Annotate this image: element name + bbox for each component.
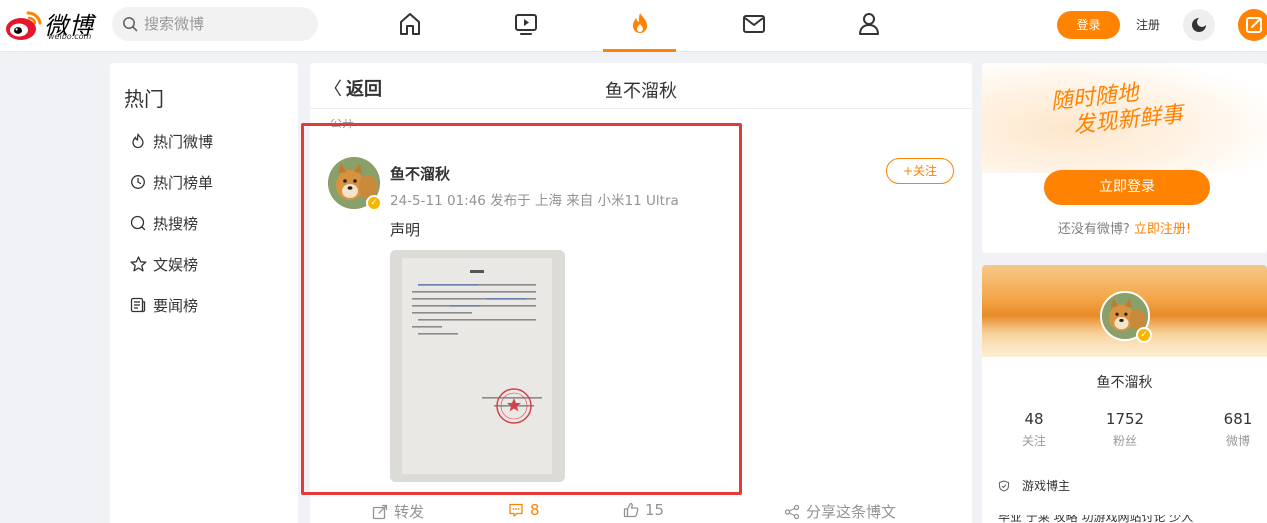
like-button[interactable]: 15 <box>623 501 664 519</box>
login-promo-card: 随时随地 发现新鲜事 立即登录 还没有微博? 立即注册! <box>982 63 1267 253</box>
menu-item-label: 文娱榜 <box>153 256 199 274</box>
top-navbar: 微博 weibo.com 登录 注册 <box>0 0 1267 52</box>
visibility-label: 公开 <box>330 119 355 130</box>
menu-item-label: 热搜榜 <box>153 215 199 233</box>
stat-number: 681 <box>1223 410 1253 428</box>
post-image[interactable] <box>390 250 565 482</box>
compose-button[interactable] <box>1238 9 1267 41</box>
stat-posts[interactable]: 681 微博 <box>1208 410 1267 449</box>
profile-description: 毕业 宁莱 攻略 功游戏网站讨论 少人 <box>998 515 1194 523</box>
stat-number: 48 <box>1024 410 1044 428</box>
author-avatar[interactable]: ✓ <box>328 157 382 211</box>
search-box[interactable] <box>112 7 318 41</box>
post-detail-header: 〈返回 鱼不溜秋 <box>310 63 972 109</box>
profile-avatar[interactable]: ✓ <box>1100 291 1152 343</box>
home-icon[interactable] <box>396 10 424 38</box>
verified-badge-icon: ✓ <box>1136 327 1152 343</box>
active-nav-indicator <box>603 49 676 52</box>
left-menu: 热门 热门微博 热门榜单 热搜榜 文娱榜 要闻榜 <box>110 63 298 523</box>
flame-icon <box>132 133 144 149</box>
profile-card: ✓ 鱼不溜秋 48 关注 1752 粉丝 681 微博 游戏博主 毕业 宁莱 攻… <box>982 265 1267 523</box>
comment-icon <box>509 503 523 517</box>
share-icon <box>784 504 800 520</box>
search-icon <box>123 17 138 32</box>
shield-icon <box>998 480 1010 492</box>
comment-button[interactable]: 8 <box>508 501 540 519</box>
stat-label: 粉丝 <box>1112 434 1137 448</box>
login-button[interactable]: 登录 <box>1057 11 1120 39</box>
logo-subtext: weibo.com <box>48 32 92 41</box>
moon-icon <box>1192 17 1207 32</box>
search-icon <box>130 215 146 231</box>
theme-toggle-button[interactable] <box>1183 9 1215 41</box>
post-actions-bar: 转发 8 15 分享这条博文 <box>310 495 972 523</box>
repost-label: 转发 <box>394 503 425 521</box>
comment-count: 8 <box>530 501 540 519</box>
register-note-text: 还没有微博? <box>1057 222 1130 237</box>
repost-icon <box>372 504 388 520</box>
page-title: 鱼不溜秋 <box>605 81 677 102</box>
news-icon <box>130 297 146 313</box>
repost-button[interactable]: 转发 <box>372 501 424 522</box>
star-icon <box>130 256 147 272</box>
follow-button[interactable]: +关注 <box>886 158 954 184</box>
post-text: 声明 <box>390 221 421 239</box>
post-detail-card: 〈返回 鱼不溜秋 公开 ✓ 鱼不溜秋 24-5-11 01:46 发布于 上海 … <box>310 63 972 523</box>
stat-number: 1752 <box>1105 410 1145 428</box>
register-link[interactable]: 注册 <box>1136 11 1160 39</box>
like-count: 15 <box>645 501 665 519</box>
video-icon[interactable] <box>512 10 540 38</box>
weibo-logo[interactable]: 微博 weibo.com <box>4 6 108 44</box>
menu-title: 热门 <box>124 87 164 111</box>
register-now-link[interactable]: 立即注册! <box>1134 222 1191 237</box>
profile-tag-label: 游戏博主 <box>1022 479 1071 493</box>
stat-label: 微博 <box>1225 434 1250 448</box>
menu-item-label: 要闻榜 <box>153 297 199 315</box>
compose-icon <box>1246 17 1262 33</box>
clock-icon <box>131 175 145 189</box>
share-button[interactable]: 分享这条博文 <box>784 501 896 522</box>
author-name[interactable]: 鱼不溜秋 <box>390 163 450 184</box>
stat-followers[interactable]: 1752 粉丝 <box>1095 410 1155 449</box>
login-now-button[interactable]: 立即登录 <box>1044 170 1210 205</box>
hot-icon[interactable] <box>626 10 654 38</box>
menu-item-label: 热门微博 <box>153 133 214 151</box>
stat-label: 关注 <box>1021 434 1046 448</box>
like-icon <box>623 502 639 518</box>
stat-following[interactable]: 48 关注 <box>1004 410 1064 449</box>
mail-icon[interactable] <box>740 10 768 38</box>
menu-item-label: 热门榜单 <box>153 174 214 192</box>
document-photo <box>390 250 565 482</box>
profile-tag: 游戏博主 <box>998 477 1070 494</box>
weibo-logo-icon <box>6 11 42 40</box>
post-meta: 24-5-11 01:46 发布于 上海 来自 小米11 Ultra <box>390 193 679 209</box>
share-label: 分享这条博文 <box>806 503 897 521</box>
register-note: 还没有微博? 立即注册! <box>982 218 1267 237</box>
user-icon[interactable] <box>855 10 883 38</box>
verified-badge-icon: ✓ <box>366 195 382 211</box>
search-input[interactable] <box>144 11 304 37</box>
profile-name[interactable]: 鱼不溜秋 <box>982 372 1267 392</box>
